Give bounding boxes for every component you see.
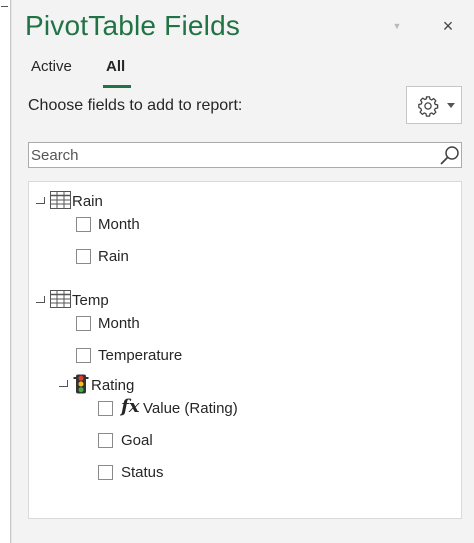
search-field[interactable] [28, 142, 462, 168]
pivottable-fields-pane: PivotTable Fields ▼ × Active All Choose … [12, 0, 474, 543]
pane-title: PivotTable Fields [25, 10, 241, 41]
tab-active[interactable]: Active [31, 58, 72, 75]
choose-fields-label: Choose fields to add to report: [28, 97, 243, 114]
search-input[interactable] [29, 143, 429, 167]
field-checkbox[interactable] [76, 217, 91, 232]
field-label[interactable]: Month [98, 315, 140, 332]
field-row[interactable]: Temperature [29, 343, 329, 365]
field-label[interactable]: Status [121, 464, 164, 481]
field-row[interactable]: Month [29, 212, 329, 234]
field-checkbox[interactable] [98, 433, 113, 448]
kpi-name: Rating [91, 377, 135, 394]
field-checkbox[interactable] [98, 465, 113, 480]
table-icon [50, 191, 71, 214]
tools-button[interactable] [406, 86, 462, 124]
table-name: Rain [72, 193, 103, 210]
chevron-down-icon [447, 103, 455, 108]
search-icon[interactable] [439, 144, 461, 171]
field-row[interactable]: Status [29, 460, 329, 482]
collapse-icon[interactable] [36, 296, 45, 303]
field-label[interactable]: Goal [121, 432, 153, 449]
field-label[interactable]: Month [98, 216, 140, 233]
tab-selected-indicator [103, 85, 131, 88]
table-node-rain[interactable]: Rain [29, 190, 329, 212]
kpi-node-rating[interactable]: Rating [29, 374, 329, 396]
field-row[interactable]: Rain [29, 244, 329, 266]
field-checkbox[interactable] [76, 316, 91, 331]
field-label[interactable]: Temperature [98, 347, 182, 364]
tab-all[interactable]: All [106, 58, 125, 75]
field-label[interactable]: Rain [98, 248, 129, 265]
table-name: Temp [72, 292, 109, 309]
field-label[interactable]: Value (Rating) [143, 400, 238, 417]
field-row[interactable]: Month [29, 311, 329, 333]
fx-icon: fx [121, 396, 140, 417]
field-checkbox[interactable] [76, 348, 91, 363]
field-list: Rain Month Rain Temp Month Temperature R… [28, 181, 462, 519]
gear-icon [417, 95, 439, 122]
worksheet-edge [0, 0, 11, 543]
edge-marker [1, 6, 8, 7]
field-checkbox[interactable] [76, 249, 91, 264]
collapse-icon[interactable] [59, 380, 68, 387]
chevron-down-icon[interactable]: ▼ [390, 20, 404, 32]
field-checkbox[interactable] [98, 401, 113, 416]
table-icon [50, 290, 71, 313]
field-row[interactable]: fx Value (Rating) [29, 396, 329, 418]
field-row[interactable]: Goal [29, 428, 329, 450]
table-node-temp[interactable]: Temp [29, 289, 329, 311]
collapse-icon[interactable] [36, 197, 45, 204]
close-icon[interactable]: × [437, 15, 459, 37]
